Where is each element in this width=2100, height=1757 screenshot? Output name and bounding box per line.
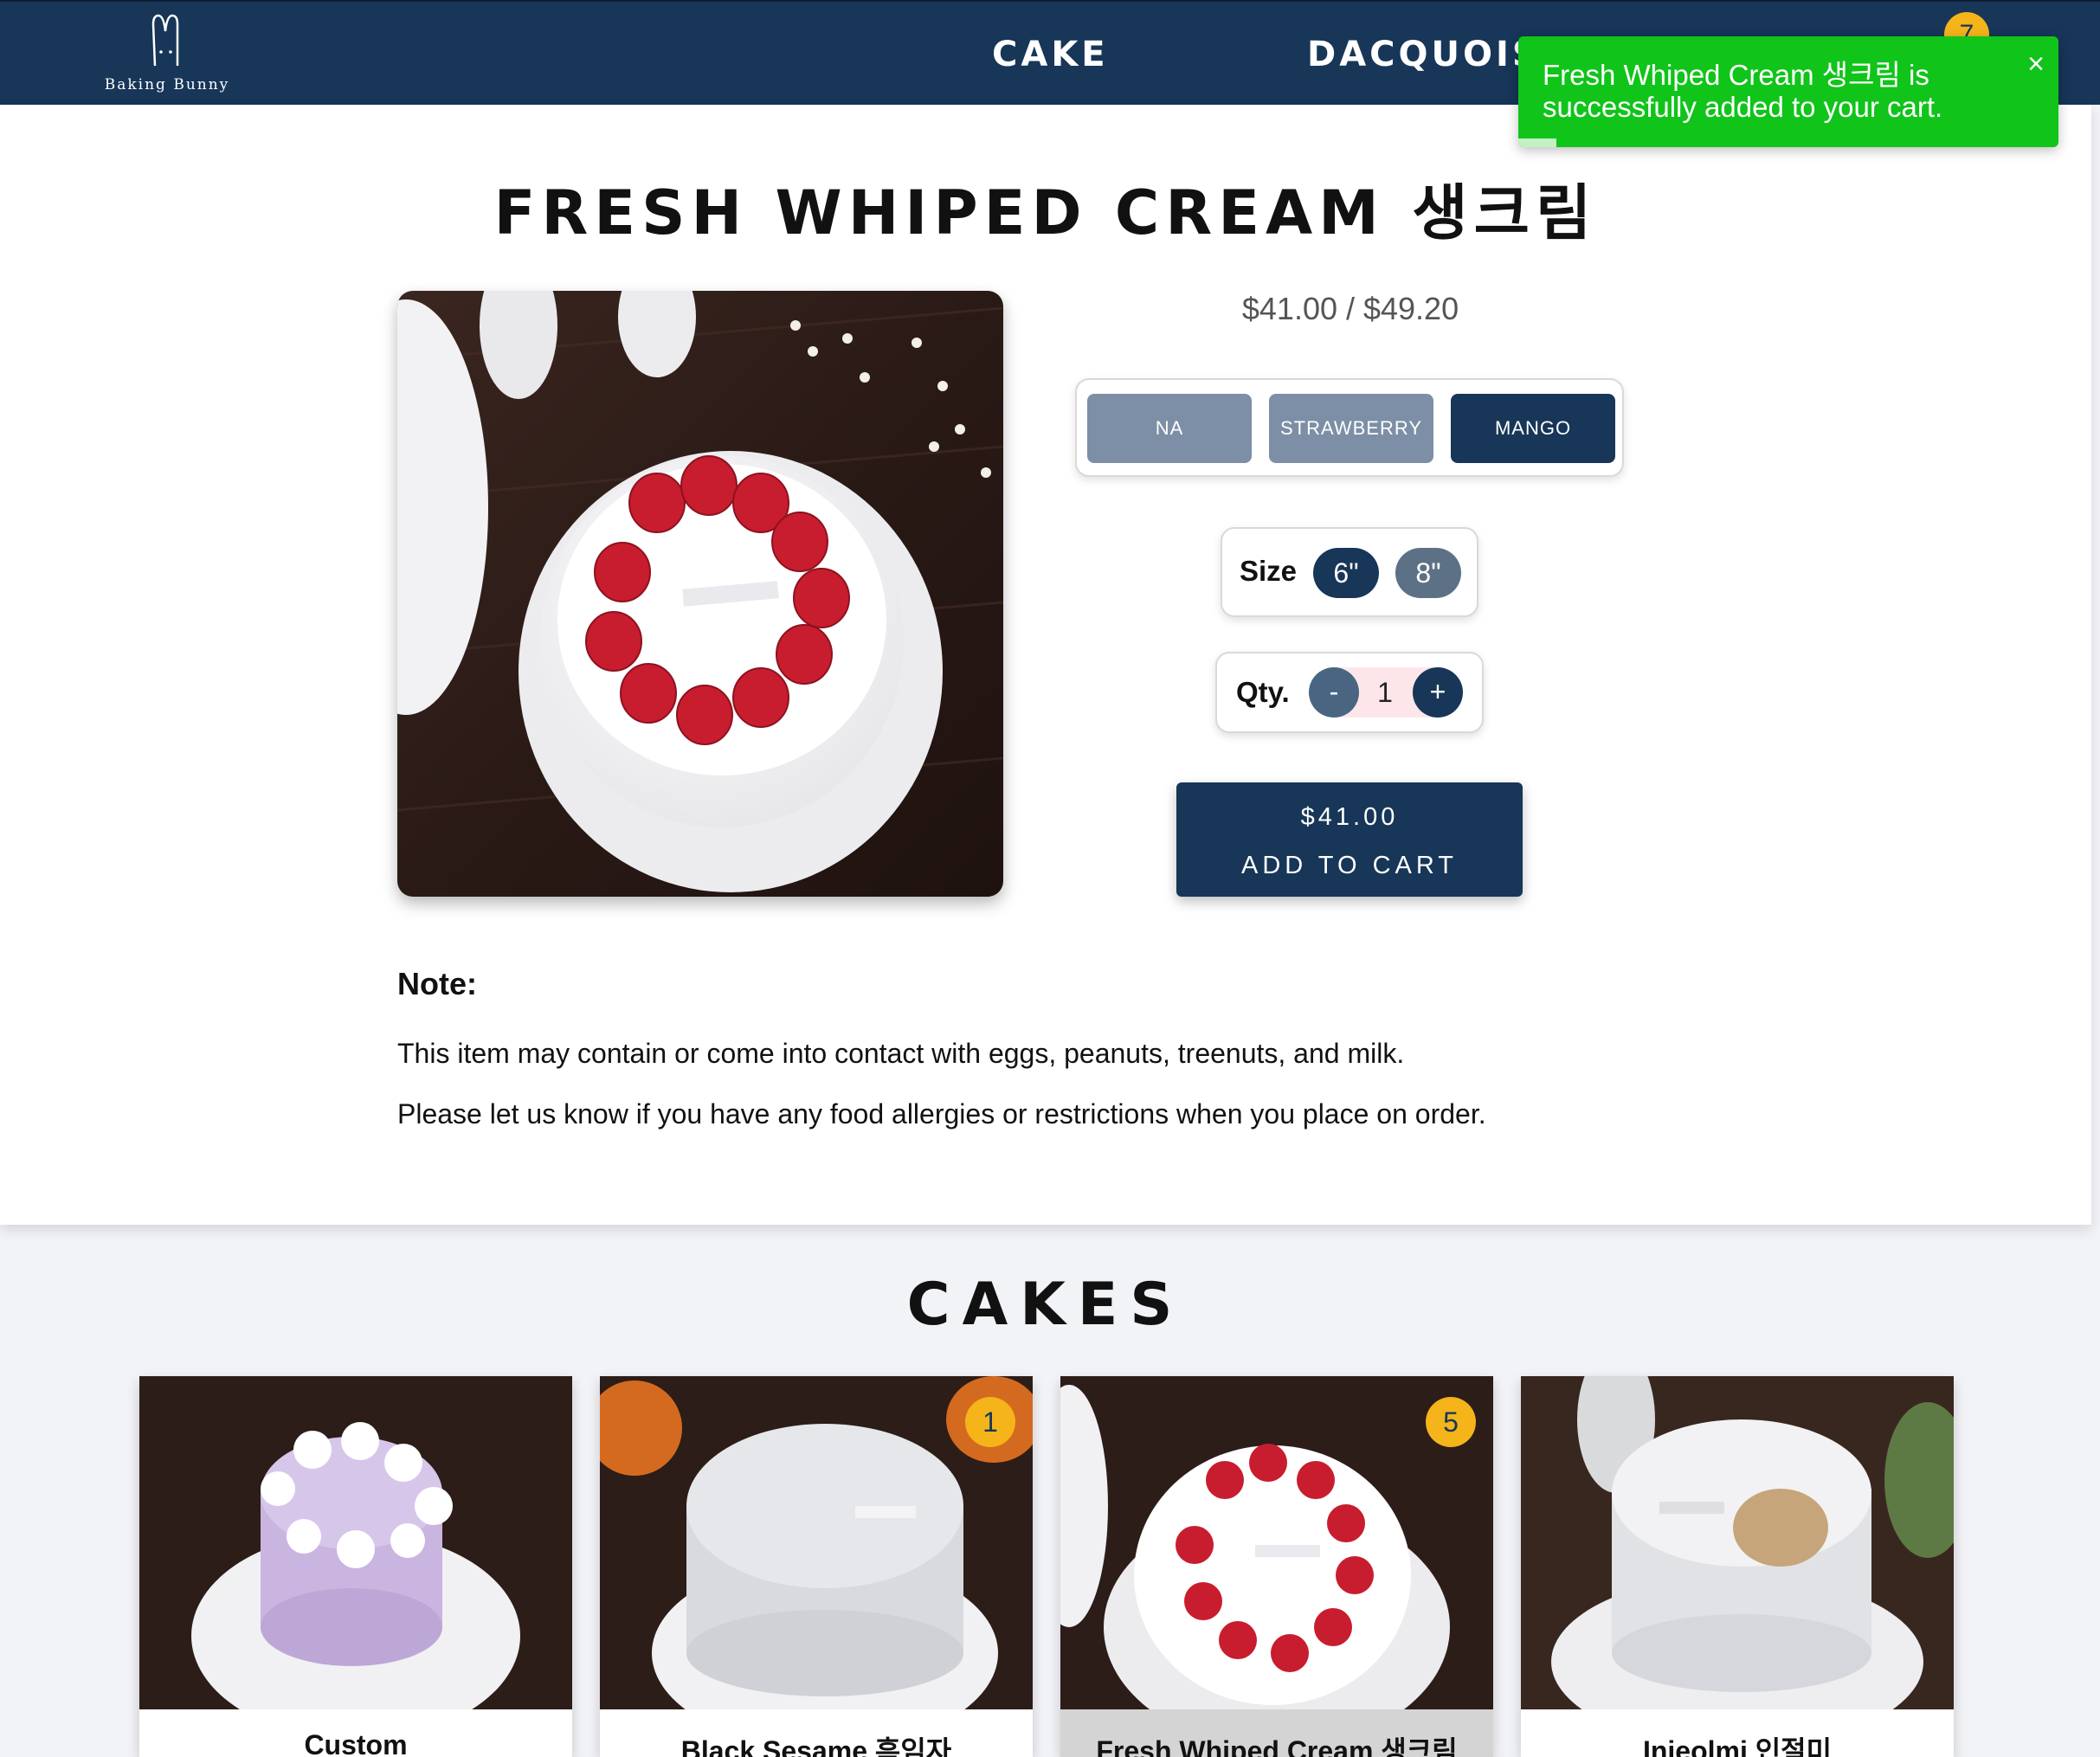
card-quantity-badge: 5	[1426, 1397, 1476, 1447]
flavor-strawberry-button[interactable]: STRAWBERRY	[1269, 394, 1433, 463]
size-8-button[interactable]: 8"	[1395, 548, 1461, 598]
size-selector: Size 6" 8"	[1221, 527, 1478, 617]
toast-message: Fresh Whiped Cream 생크림 is successfully a…	[1543, 59, 1943, 123]
add-to-cart-price: $41.00	[1300, 803, 1399, 831]
logo[interactable]: Baking Bunny	[102, 10, 232, 97]
cakes-section-title: CAKES	[906, 1271, 1185, 1339]
cake-card-injeolmi[interactable]: Injeolmi 인절미	[1521, 1376, 1954, 1757]
toast-progress-bar	[1518, 138, 1556, 147]
logo-text: Baking Bunny	[104, 76, 230, 93]
size-6-button[interactable]: 6"	[1313, 548, 1379, 598]
cake-card-name: Injeolmi 인절미	[1642, 1735, 1833, 1757]
note-restrictions-text: Please let us know if you have any food …	[397, 1098, 1486, 1130]
cake-card-custom[interactable]: Custom	[139, 1376, 572, 1757]
bunny-logo-icon	[151, 14, 179, 67]
cake-card-name: Custom	[304, 1729, 408, 1757]
add-to-cart-label: ADD TO CART	[1241, 852, 1458, 879]
add-to-cart-button[interactable]: $41.00 ADD TO CART	[1176, 782, 1523, 897]
custom-cake-image	[139, 1376, 572, 1709]
close-icon[interactable]: ×	[2019, 47, 2053, 81]
cake-card-name: Black Sesame 흑임자	[680, 1735, 952, 1757]
flavor-na-button[interactable]: NA	[1087, 394, 1252, 463]
price-range: $41.00 / $49.20	[1241, 291, 1459, 326]
injeolmi-cake-image	[1521, 1376, 1954, 1709]
qty-decrease-button[interactable]: -	[1309, 667, 1359, 718]
size-label: Size	[1240, 555, 1298, 587]
flavor-selector: NA STRAWBERRY MANGO	[1075, 378, 1624, 477]
qty-label: Qty.	[1236, 676, 1290, 708]
qty-increase-button[interactable]: +	[1413, 667, 1463, 718]
nav-cake-link[interactable]: CAKE	[992, 35, 1109, 74]
cake-card-fresh-whiped-cream[interactable]: 5 Fresh Whiped Cream 생크림	[1060, 1376, 1493, 1757]
cake-photo-illustration	[397, 291, 1003, 897]
note-allergen-text: This item may contain or come into conta…	[397, 1038, 1405, 1069]
added-to-cart-toast: Fresh Whiped Cream 생크림 is successfully a…	[1518, 36, 2058, 147]
product-title: FRESH WHIPED CREAM 생크림	[493, 177, 1598, 248]
product-image	[397, 291, 1003, 897]
note-heading: Note:	[397, 966, 477, 1001]
flavor-mango-button[interactable]: MANGO	[1451, 394, 1615, 463]
cake-card-name: Fresh Whiped Cream 생크림	[1096, 1735, 1458, 1757]
card-quantity-badge: 1	[965, 1397, 1015, 1447]
cake-card-black-sesame[interactable]: 1 Black Sesame 흑임자	[600, 1376, 1033, 1757]
quantity-stepper: Qty. 1 - +	[1215, 652, 1484, 733]
